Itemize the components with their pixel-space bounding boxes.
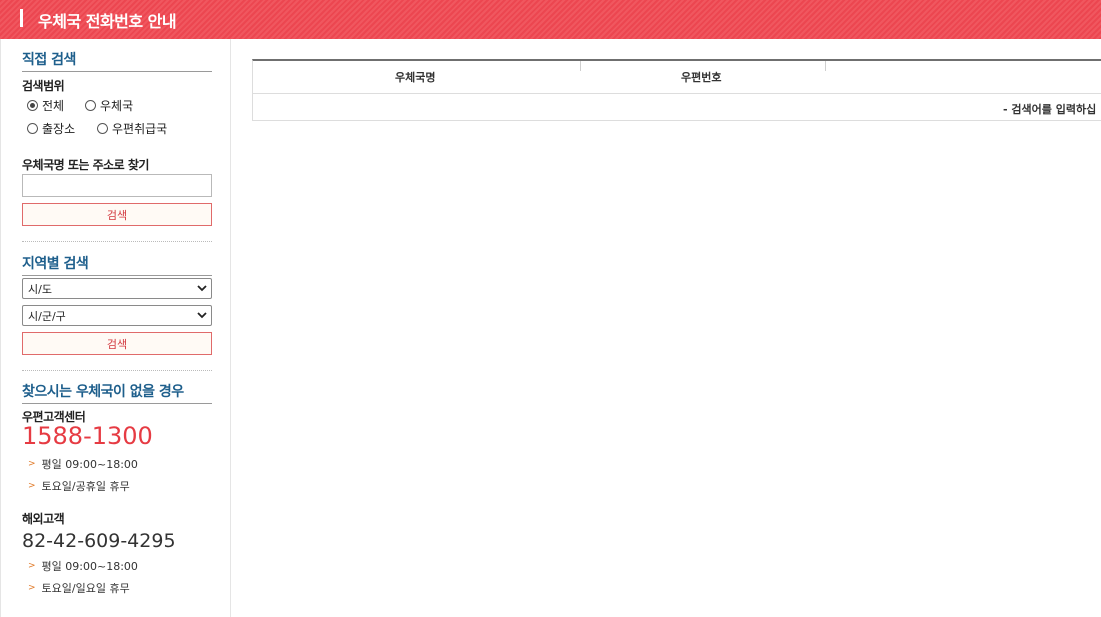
domestic-phone: 1588-1300 xyxy=(22,422,153,450)
radio-selected-icon xyxy=(27,100,38,111)
scope-radio-all[interactable]: 전체 xyxy=(27,97,64,114)
radio-icon xyxy=(27,123,38,134)
overseas-phone: 82-42-609-4295 xyxy=(22,530,176,552)
column-separator xyxy=(825,61,826,71)
sigungu-select[interactable]: 시/군/구 xyxy=(22,305,212,326)
column-separator xyxy=(580,61,581,71)
hours-text: 토요일/공휴일 휴무 xyxy=(41,480,130,493)
bullet-arrow-icon: > xyxy=(28,583,36,593)
header-accent xyxy=(20,9,23,27)
help-title: 찾으시는 우체국이 없을 경우 xyxy=(22,381,212,404)
hours-text: 토요일/일요일 휴무 xyxy=(41,582,130,595)
scope-radio-post-office[interactable]: 우체국 xyxy=(85,97,133,114)
bullet-arrow-icon: > xyxy=(28,459,36,469)
scope-radio-label: 출장소 xyxy=(42,122,76,136)
hours-text: 평일 09:00~18:00 xyxy=(41,458,138,471)
scope-radio-agency[interactable]: 우편취급국 xyxy=(97,120,167,137)
overseas-label: 해외고객 xyxy=(22,512,65,526)
scope-radio-label: 우체국 xyxy=(100,99,134,113)
radio-icon xyxy=(97,123,108,134)
search-input[interactable] xyxy=(22,174,212,197)
domestic-hours-holiday: > 토요일/공휴일 휴무 xyxy=(28,478,130,494)
query-label: 우체국명 또는 주소로 찾기 xyxy=(22,158,149,172)
row-divider xyxy=(253,93,1101,94)
page-title: 우체국 전화번호 안내 xyxy=(38,12,177,31)
sidebar: 직접 검색 검색범위 전체 우체국 출장소 우편취급국 우체국명 또는 주소로 … xyxy=(0,39,231,617)
column-header-office-name: 우체국명 xyxy=(395,71,436,84)
sido-select-value: 시/도 xyxy=(28,282,52,296)
divider xyxy=(22,370,212,371)
sigungu-select-value: 시/군/구 xyxy=(28,309,66,323)
bullet-arrow-icon: > xyxy=(28,561,36,571)
chevron-down-icon xyxy=(197,312,207,319)
results-table: 우체국명 우편번호 - 검색어를 입력하십 xyxy=(252,59,1101,121)
empty-results-message: - 검색어를 입력하십 xyxy=(1003,103,1097,116)
header-bar: 우체국 전화번호 안내 xyxy=(0,0,1101,39)
scope-label: 검색범위 xyxy=(22,79,65,93)
region-search-title: 지역별 검색 xyxy=(22,253,212,276)
search-button[interactable]: 검색 xyxy=(22,203,212,226)
overseas-hours-holiday: > 토요일/일요일 휴무 xyxy=(28,580,130,596)
scope-radio-label: 우편취급국 xyxy=(112,122,168,136)
bullet-arrow-icon: > xyxy=(28,481,36,491)
scope-radio-label: 전체 xyxy=(42,99,65,113)
sido-select[interactable]: 시/도 xyxy=(22,278,212,299)
scope-radio-branch[interactable]: 출장소 xyxy=(27,120,75,137)
region-search-button[interactable]: 검색 xyxy=(22,332,212,355)
overseas-hours-weekday: > 평일 09:00~18:00 xyxy=(28,558,138,574)
hours-text: 평일 09:00~18:00 xyxy=(41,560,138,573)
direct-search-title: 직접 검색 xyxy=(22,49,212,72)
divider xyxy=(22,241,212,242)
domestic-hours-weekday: > 평일 09:00~18:00 xyxy=(28,456,138,472)
radio-icon xyxy=(85,100,96,111)
chevron-down-icon xyxy=(197,285,207,292)
column-header-postal-code: 우편번호 xyxy=(681,71,722,84)
